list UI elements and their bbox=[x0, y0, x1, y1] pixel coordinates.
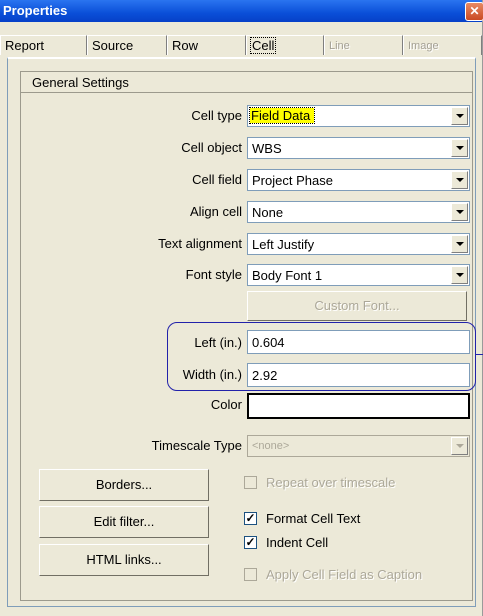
tab-cell-label: Cell bbox=[249, 37, 277, 54]
text-alignment-label: Text alignment bbox=[158, 236, 242, 251]
color-swatch[interactable] bbox=[247, 393, 470, 419]
annotation-highlight bbox=[167, 322, 476, 391]
cell-type-label: Cell type bbox=[191, 108, 242, 123]
tab-row[interactable]: Row bbox=[167, 35, 246, 55]
chevron-down-icon[interactable] bbox=[451, 139, 468, 157]
apply-caption-label: Apply Cell Field as Caption bbox=[266, 567, 423, 582]
align-cell-select[interactable]: None bbox=[247, 201, 470, 223]
tab-line-label: Line bbox=[329, 40, 350, 52]
cell-type-select[interactable]: Field Data bbox=[247, 105, 470, 127]
indent-cell-label: Indent Cell bbox=[266, 535, 329, 550]
tab-image: Image bbox=[403, 35, 482, 55]
chevron-down-icon[interactable] bbox=[451, 203, 468, 221]
borders-button[interactable]: Borders... bbox=[39, 469, 209, 501]
format-cell-text-label: Format Cell Text bbox=[266, 511, 361, 526]
cell-field-value: Project Phase bbox=[252, 173, 333, 188]
checkbox-box bbox=[244, 568, 257, 581]
tab-bar: Report Source Row Cell Line Image bbox=[0, 35, 482, 57]
cell-object-value: WBS bbox=[252, 141, 282, 156]
timescale-type-label: Timescale Type bbox=[151, 438, 242, 453]
font-style-label: Font style bbox=[185, 267, 242, 282]
chevron-down-icon[interactable] bbox=[451, 266, 468, 284]
edit-filter-button[interactable]: Edit filter... bbox=[39, 506, 209, 538]
window-title: Properties bbox=[3, 3, 68, 18]
cell-field-label: Cell field bbox=[192, 172, 242, 187]
cell-object-select[interactable]: WBS bbox=[247, 137, 470, 159]
repeat-over-timescale-label: Repeat over timescale bbox=[266, 475, 396, 490]
tab-line: Line bbox=[324, 35, 403, 55]
html-links-button[interactable]: HTML links... bbox=[39, 544, 209, 576]
tab-cell[interactable]: Cell bbox=[246, 35, 324, 55]
custom-font-button: Custom Font... bbox=[247, 291, 467, 321]
align-cell-label: Align cell bbox=[189, 204, 242, 219]
checkbox-box bbox=[244, 476, 257, 489]
tab-source[interactable]: Source bbox=[87, 35, 167, 55]
check-icon[interactable]: ✓ bbox=[244, 536, 257, 549]
chevron-down-icon[interactable] bbox=[451, 235, 468, 253]
tab-source-label: Source bbox=[92, 38, 134, 53]
cell-object-label: Cell object bbox=[181, 140, 242, 155]
tab-report[interactable]: Report bbox=[0, 35, 87, 55]
text-alignment-select[interactable]: Left Justify bbox=[247, 233, 470, 255]
general-settings-header: General Settings bbox=[20, 71, 473, 93]
chevron-down-icon[interactable] bbox=[451, 171, 468, 189]
color-label: Color bbox=[210, 397, 242, 412]
font-style-value: Body Font 1 bbox=[252, 268, 323, 283]
tab-image-label: Image bbox=[408, 40, 439, 52]
chevron-down-icon[interactable] bbox=[451, 107, 468, 125]
properties-window: Properties ✕ Report Source Row Cell Line… bbox=[0, 0, 483, 616]
title-bar[interactable]: Properties ✕ bbox=[0, 0, 483, 22]
timescale-type-select: <none> bbox=[247, 435, 470, 457]
close-button[interactable]: ✕ bbox=[465, 2, 483, 21]
cell-type-value: Field Data bbox=[248, 107, 316, 124]
tab-report-label: Report bbox=[5, 38, 45, 53]
chevron-down-icon bbox=[451, 437, 468, 455]
font-style-select[interactable]: Body Font 1 bbox=[247, 264, 470, 286]
close-icon: ✕ bbox=[469, 4, 480, 18]
align-cell-value: None bbox=[252, 205, 284, 220]
annotation-pointer bbox=[476, 354, 483, 355]
check-icon[interactable]: ✓ bbox=[244, 512, 257, 525]
tab-row-label: Row bbox=[172, 38, 199, 53]
timescale-type-value: <none> bbox=[252, 440, 290, 452]
group-title: General Settings bbox=[32, 75, 129, 90]
cell-field-select[interactable]: Project Phase bbox=[247, 169, 470, 191]
text-alignment-value: Left Justify bbox=[252, 237, 315, 252]
